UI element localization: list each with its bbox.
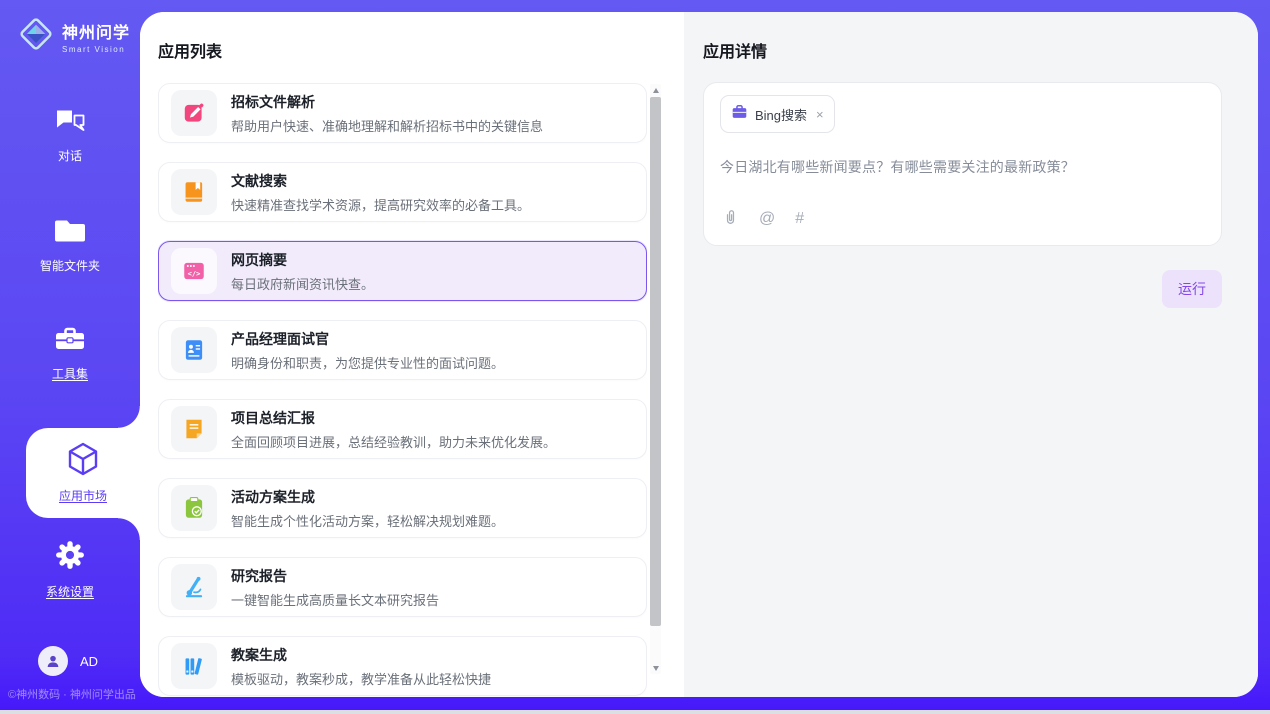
app-card-project-summary[interactable]: 项目总结汇报 全面回顾项目进展，总结经验教训，助力未来优化发展。 xyxy=(158,399,647,459)
app-card-desc: 一键智能生成高质量长文本研究报告 xyxy=(231,590,439,609)
app-card-desc: 模板驱动，教案秒成，教学准备从此轻松快捷 xyxy=(231,669,491,688)
app-card-title: 研究报告 xyxy=(231,566,439,586)
app-card-title: 项目总结汇报 xyxy=(231,408,556,428)
app-card-desc: 全面回顾项目进展，总结经验教训，助力未来优化发展。 xyxy=(231,432,556,451)
app-card-title: 产品经理面试官 xyxy=(231,329,504,349)
app-card-activity-plan[interactable]: 活动方案生成 智能生成个性化活动方案，轻松解决规划难题。 xyxy=(158,478,647,538)
app-list-title: 应用列表 xyxy=(158,38,684,62)
resume-icon xyxy=(171,327,217,373)
app-card-lesson-plan[interactable]: 教案生成 模板驱动，教案秒成，教学准备从此轻松快捷 xyxy=(158,636,647,696)
app-card-literature-search[interactable]: 文献搜索 快速精准查找学术资源，提高研究效率的必备工具。 xyxy=(158,162,647,222)
main-panel: 应用列表 招标文件解析 帮助用户快速、准确地理解和解析招标书中的关键信息 xyxy=(140,12,1258,697)
sidebar-item-settings[interactable]: 系统设置 xyxy=(0,540,140,600)
query-input[interactable]: 今日湖北有哪些新闻要点？有哪些需要关注的最新政策？ xyxy=(720,157,1205,177)
user-initials: AD xyxy=(80,654,98,669)
note-icon xyxy=(171,406,217,452)
app-card-desc: 智能生成个性化活动方案，轻松解决规划难题。 xyxy=(231,511,504,530)
app-card-research-report[interactable]: 研究报告 一键智能生成高质量长文本研究报告 xyxy=(158,557,647,617)
sidebar-item-label: 工具集 xyxy=(52,365,88,382)
prompt-card: Bing搜索 × 今日湖北有哪些新闻要点？有哪些需要关注的最新政策？ @ # xyxy=(703,82,1222,246)
app-card-title: 文献搜索 xyxy=(231,171,530,191)
book-icon xyxy=(171,169,217,215)
app-card-desc: 明确身份和职责，为您提供专业性的面试问题。 xyxy=(231,353,504,372)
sidebar-item-chat[interactable]: 对话 xyxy=(0,108,140,164)
app-detail-pane: 应用详情 Bing搜索 × 今日湖北有哪些新闻要点？有哪些需要关注的最新政策？ xyxy=(684,12,1258,697)
toolbox-icon xyxy=(54,326,86,357)
clipboard-check-icon xyxy=(171,485,217,531)
user-avatar-icon xyxy=(38,646,68,676)
sidebar-item-label: 应用市场 xyxy=(59,487,107,504)
brand-subtitle: Smart Vision xyxy=(62,45,130,54)
bottom-divider xyxy=(0,710,1270,714)
close-icon[interactable]: × xyxy=(816,108,824,121)
sidebar-item-app-market[interactable]: 应用市场 xyxy=(26,428,140,518)
folder-icon xyxy=(54,218,86,249)
briefcase-icon xyxy=(731,103,748,125)
copyright-text: ©神州数码 · 神州问学出品 xyxy=(8,686,136,702)
paperclip-icon[interactable] xyxy=(722,207,739,231)
app-card-list: 招标文件解析 帮助用户快速、准确地理解和解析招标书中的关键信息 文献搜索 快速精… xyxy=(158,83,647,697)
list-scrollbar[interactable] xyxy=(650,84,661,674)
app-card-web-summary[interactable]: </> 网页摘要 每日政府新闻资讯快查。 xyxy=(158,241,647,301)
gear-icon xyxy=(55,540,85,575)
scroll-down-icon[interactable] xyxy=(650,662,661,674)
user-account[interactable]: AD xyxy=(0,646,140,676)
sidebar-item-toolset[interactable]: 工具集 xyxy=(0,326,140,382)
brand: 神州问学 Smart Vision xyxy=(0,0,140,57)
scroll-up-icon[interactable] xyxy=(650,84,661,96)
pen-square-icon xyxy=(171,90,217,136)
app-card-title: 活动方案生成 xyxy=(231,487,504,507)
sidebar-item-label: 系统设置 xyxy=(46,583,94,600)
sidebar: 神州问学 Smart Vision 对话 智能文件夹 xyxy=(0,0,140,710)
cube-icon xyxy=(67,442,99,481)
tool-tag-bing-search[interactable]: Bing搜索 × xyxy=(720,95,835,133)
app-card-title: 招标文件解析 xyxy=(231,92,543,112)
hash-icon[interactable]: # xyxy=(795,210,804,228)
app-card-desc: 帮助用户快速、准确地理解和解析招标书中的关键信息 xyxy=(231,116,543,135)
books-icon xyxy=(171,643,217,689)
sidebar-item-label: 对话 xyxy=(58,147,82,164)
sidebar-item-label: 智能文件夹 xyxy=(40,257,100,274)
sidebar-item-smart-folder[interactable]: 智能文件夹 xyxy=(0,218,140,274)
app-card-pm-interviewer[interactable]: 产品经理面试官 明确身份和职责，为您提供专业性的面试问题。 xyxy=(158,320,647,380)
run-button[interactable]: 运行 xyxy=(1162,270,1222,308)
mention-icon[interactable]: @ xyxy=(759,210,775,228)
app-list-pane: 应用列表 招标文件解析 帮助用户快速、准确地理解和解析招标书中的关键信息 xyxy=(140,12,684,697)
app-card-bid-analysis[interactable]: 招标文件解析 帮助用户快速、准确地理解和解析招标书中的关键信息 xyxy=(158,83,647,143)
app-card-title: 网页摘要 xyxy=(231,250,374,270)
web-code-icon: </> xyxy=(171,248,217,294)
tool-tag-label: Bing搜索 xyxy=(755,105,807,124)
app-card-desc: 每日政府新闻资讯快查。 xyxy=(231,274,374,293)
app-card-title: 教案生成 xyxy=(231,645,491,665)
svg-text:</>: </> xyxy=(188,269,201,278)
app-detail-title: 应用详情 xyxy=(703,38,1258,62)
diamond-logo-icon xyxy=(18,16,54,57)
chat-icon xyxy=(54,108,86,139)
scrollbar-thumb[interactable] xyxy=(650,97,661,626)
microscope-icon xyxy=(171,564,217,610)
app-card-desc: 快速精准查找学术资源，提高研究效率的必备工具。 xyxy=(231,195,530,214)
brand-name: 神州问学 xyxy=(62,19,130,43)
composer-toolbar: @ # xyxy=(722,207,804,231)
